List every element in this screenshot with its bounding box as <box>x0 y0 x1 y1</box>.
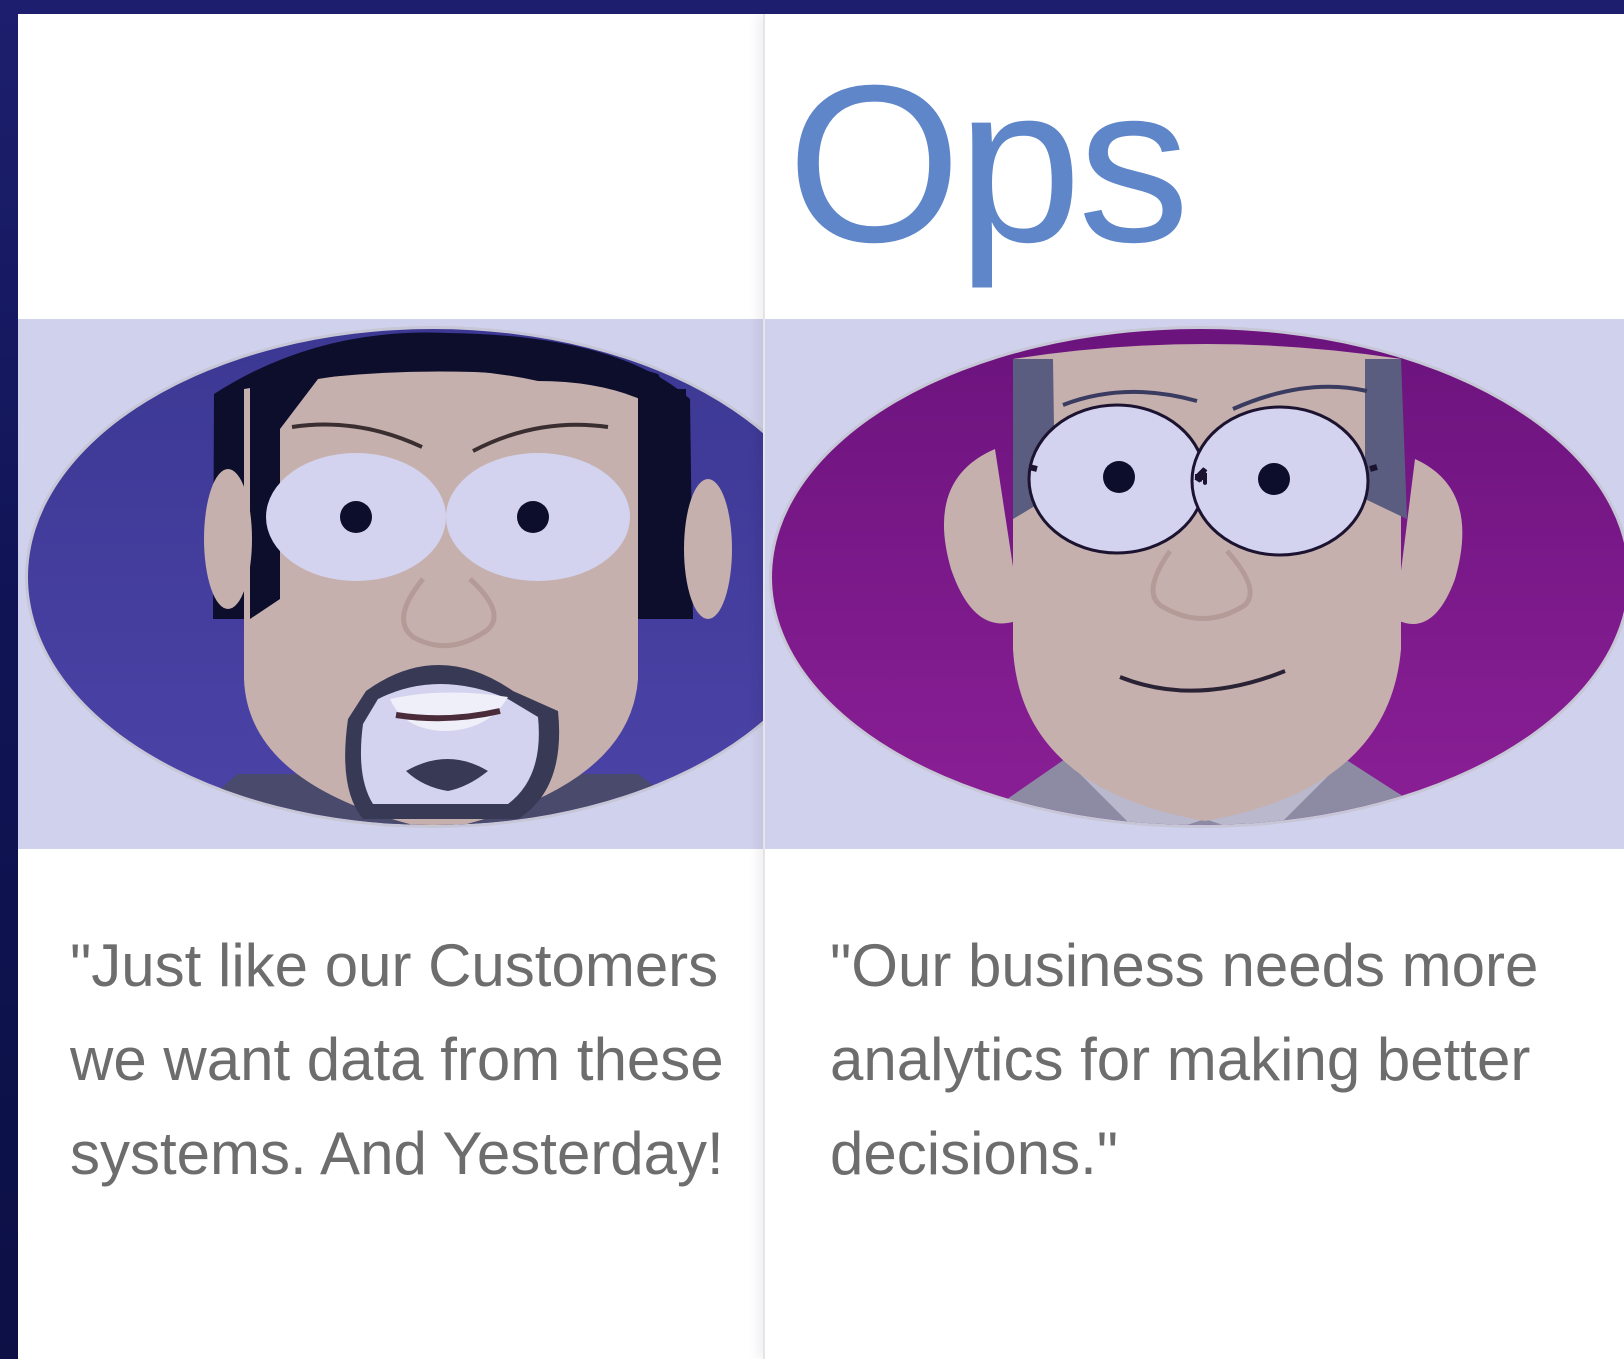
quote-line: analytics for making better <box>830 1026 1531 1093</box>
quote-line: we want data from these <box>70 1026 724 1093</box>
persona-card-ops: Ops "Our business needs more analytics f… <box>763 14 1624 1359</box>
quote-line: "Just like our Customers <box>70 932 719 999</box>
persona-title: Ops <box>787 39 1190 289</box>
quote-line: systems. And Yesterday! <box>70 1120 724 1187</box>
manager-avatar-icon <box>769 326 1624 828</box>
persona-quote: "Our business needs more analytics for m… <box>830 919 1538 1201</box>
persona-card-developer: "Just like our Customers we want data fr… <box>18 14 765 1359</box>
quote-line: "Our business needs more <box>830 932 1539 999</box>
slide: "Just like our Customers we want data fr… <box>18 14 1624 1359</box>
portrait-band <box>18 319 765 849</box>
portrait-band <box>765 319 1624 849</box>
persona-quote: "Just like our Customers we want data fr… <box>70 919 724 1201</box>
developer-avatar-icon <box>25 326 765 828</box>
quote-line: decisions." <box>830 1120 1119 1187</box>
